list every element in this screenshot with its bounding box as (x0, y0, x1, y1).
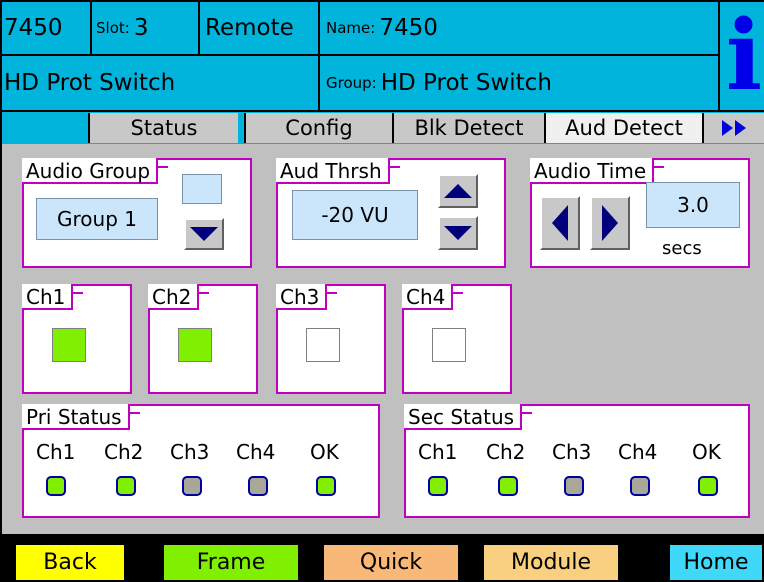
audio-time-title: Audio Time (530, 158, 665, 184)
pri-ch4-label: Ch4 (236, 440, 276, 464)
pri-ch3-label: Ch3 (170, 440, 210, 464)
pri-ch3-led (182, 476, 202, 496)
back-button[interactable]: Back (14, 543, 126, 582)
sec-ch3-led (564, 476, 584, 496)
tab-aud-detect[interactable]: Aud Detect (544, 113, 702, 143)
pri-status-box: Pri Status Ch1 Ch2 Ch3 Ch4 OK (22, 404, 380, 518)
audio-time-unit: secs (662, 238, 702, 259)
mode-text: Remote (205, 15, 294, 41)
audio-group-down-button[interactable] (184, 218, 224, 250)
channel-4-indicator (432, 328, 466, 362)
audio-time-increase-button[interactable] (590, 196, 630, 250)
name-value: 7450 (379, 15, 438, 41)
card-group: Group: HD Prot Switch (326, 58, 716, 108)
sec-status-box: Sec Status Ch1 Ch2 Ch3 Ch4 OK (404, 404, 750, 518)
audio-group-value[interactable]: Group 1 (36, 198, 158, 240)
aud-thrsh-down-button[interactable] (438, 216, 478, 250)
slot-indicator: Slot: 3 (96, 4, 196, 52)
channel-1-title: Ch1 (22, 284, 84, 310)
down-arrow-icon (444, 226, 472, 240)
sec-ch2-led (498, 476, 518, 496)
header-divider-horizontal (2, 54, 718, 56)
right-arrow-icon (602, 205, 618, 241)
tab-blk-detect[interactable]: Blk Detect (392, 113, 544, 143)
audio-group-up-field[interactable] (182, 174, 222, 204)
header-divider (718, 2, 720, 110)
pri-ok-led (316, 476, 336, 496)
pri-ch2-label: Ch2 (104, 440, 144, 464)
channel-1-box: Ch1 (22, 284, 132, 394)
channel-4-title: Ch4 (402, 284, 464, 310)
sec-ok-led (698, 476, 718, 496)
remote-mode[interactable]: Remote (205, 4, 315, 52)
pri-ok-label: OK (310, 440, 339, 464)
aud-thrsh-title: Aud Thrsh (276, 158, 400, 184)
name-label: Name: (326, 19, 376, 37)
frame-button[interactable]: Frame (162, 543, 300, 582)
model-number: 7450 (4, 4, 88, 52)
aud-thrsh-value[interactable]: -20 VU (292, 190, 418, 240)
up-arrow-icon (444, 184, 472, 198)
slot-value: 3 (133, 15, 149, 41)
model-text: 7450 (4, 15, 63, 41)
sec-ch1-led (428, 476, 448, 496)
channel-3-title: Ch3 (276, 284, 338, 310)
left-arrow-icon (552, 205, 568, 241)
pri-ch2-led (116, 476, 136, 496)
group-value: HD Prot Switch (380, 70, 552, 96)
channel-2-title: Ch2 (148, 284, 210, 310)
channel-2-box: Ch2 (148, 284, 258, 394)
right-arrow-icon (735, 120, 746, 136)
card-name[interactable]: Name: 7450 (326, 4, 716, 52)
sec-status-title: Sec Status (404, 404, 533, 430)
down-arrow-icon (190, 227, 218, 241)
channel-1-indicator (52, 328, 86, 362)
aud-thrsh-box: Aud Thrsh -20 VU (276, 158, 506, 268)
channel-2-indicator (178, 328, 212, 362)
card-type: HD Prot Switch (4, 58, 316, 108)
card-type-text: HD Prot Switch (4, 70, 176, 96)
audio-group-title: Audio Group (22, 158, 169, 184)
header-divider (318, 2, 320, 110)
pri-status-title: Pri Status (22, 404, 140, 430)
sec-ch2-label: Ch2 (486, 440, 526, 464)
info-icon[interactable]: i (724, 6, 764, 106)
home-button[interactable]: Home (668, 543, 764, 582)
aud-thrsh-up-button[interactable] (438, 174, 478, 208)
sec-ch4-label: Ch4 (618, 440, 658, 464)
group-label: Group: (326, 74, 377, 92)
channel-4-box: Ch4 (402, 284, 512, 394)
tab-status[interactable]: Status (88, 113, 238, 143)
sec-ch4-led (630, 476, 650, 496)
audio-time-value[interactable]: 3.0 (646, 182, 740, 228)
tab-config[interactable]: Config (244, 113, 392, 143)
audio-group-box: Audio Group Group 1 (22, 158, 252, 268)
pri-ch1-label: Ch1 (36, 440, 76, 464)
module-button[interactable]: Module (482, 543, 620, 582)
audio-time-decrease-button[interactable] (540, 196, 580, 250)
channel-3-box: Ch3 (276, 284, 386, 394)
sec-ch1-label: Ch1 (418, 440, 458, 464)
header-divider (90, 2, 92, 54)
pri-ch1-led (46, 476, 66, 496)
slot-label: Slot: (96, 19, 130, 37)
channel-3-indicator (306, 328, 340, 362)
header-divider (198, 2, 200, 54)
audio-time-box: Audio Time 3.0 secs (530, 158, 750, 268)
pri-ch4-led (248, 476, 268, 496)
sec-ch3-label: Ch3 (552, 440, 592, 464)
sec-ok-label: OK (692, 440, 721, 464)
double-right-arrow-icon[interactable] (702, 113, 764, 143)
quick-button[interactable]: Quick (322, 543, 460, 582)
right-arrow-icon (722, 120, 733, 136)
